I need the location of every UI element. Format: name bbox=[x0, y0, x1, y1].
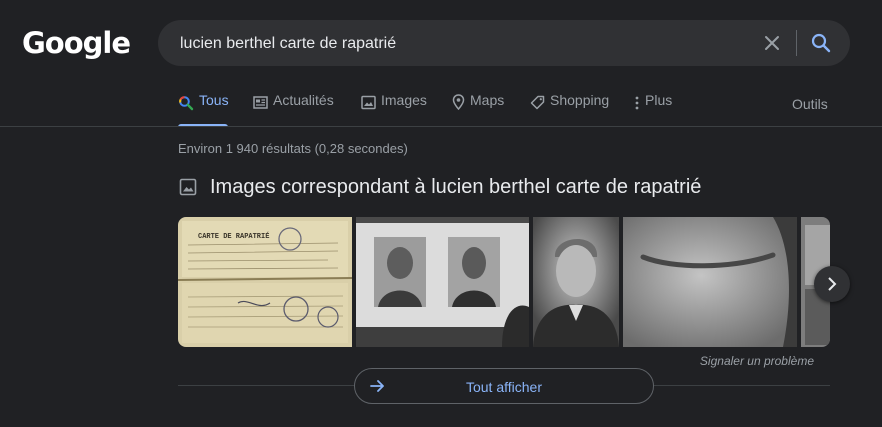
gallery-next-button[interactable] bbox=[814, 266, 850, 302]
tab-shopping[interactable]: Shopping bbox=[530, 92, 609, 127]
search-icon bbox=[179, 96, 194, 111]
projected-photos-image bbox=[356, 217, 529, 347]
images-section-title: Images correspondant à lucien berthel ca… bbox=[210, 176, 702, 198]
tab-label: Shopping bbox=[550, 92, 610, 108]
tools-button[interactable]: Outils bbox=[792, 96, 828, 112]
tab-images[interactable]: Images bbox=[361, 92, 427, 127]
map-pin-icon bbox=[452, 94, 465, 110]
search-divider bbox=[796, 30, 797, 56]
result-stats: Environ 1 940 résultats (0,28 secondes) bbox=[178, 141, 408, 156]
tab-label: Plus bbox=[645, 92, 673, 108]
image-thumb-card[interactable]: CARTE DE RAPATRIÉ bbox=[178, 217, 352, 347]
image-thumb-portrait[interactable] bbox=[533, 217, 619, 347]
chevron-right-icon bbox=[828, 277, 837, 291]
portrait-image bbox=[533, 217, 619, 347]
tab-maps[interactable]: Maps bbox=[452, 92, 504, 127]
search-bar bbox=[158, 20, 850, 68]
more-vert-icon bbox=[635, 96, 639, 110]
closeup-face-image bbox=[623, 217, 797, 347]
tab-label: Images bbox=[381, 92, 427, 108]
tab-label: Tous bbox=[199, 92, 229, 108]
tab-label: Maps bbox=[470, 92, 505, 108]
report-problem-link[interactable]: Signaler un problème bbox=[700, 354, 814, 368]
image-icon bbox=[179, 178, 197, 196]
header-divider bbox=[0, 126, 882, 127]
tab-tous[interactable]: Tous bbox=[178, 92, 229, 127]
search-icon[interactable] bbox=[810, 32, 832, 54]
tab-label: Actualités bbox=[273, 92, 334, 108]
google-logo[interactable]: Google bbox=[22, 26, 131, 60]
image-thumb-closeup[interactable] bbox=[623, 217, 797, 347]
image-thumb-photos[interactable] bbox=[356, 217, 529, 347]
clear-icon[interactable] bbox=[762, 33, 782, 53]
show-all-button[interactable]: Tout afficher bbox=[354, 368, 654, 404]
search-input[interactable] bbox=[178, 20, 742, 68]
tab-actualites[interactable]: Actualités bbox=[253, 92, 334, 127]
news-icon bbox=[253, 96, 268, 109]
tab-plus[interactable]: Plus bbox=[634, 92, 672, 127]
tag-icon bbox=[530, 95, 545, 110]
image-gallery: CARTE DE RAPATRIÉ bbox=[178, 217, 830, 347]
image-icon bbox=[361, 95, 376, 110]
show-all-label: Tout afficher bbox=[465, 379, 542, 395]
card-title-text: CARTE DE RAPATRIÉ bbox=[198, 233, 270, 241]
